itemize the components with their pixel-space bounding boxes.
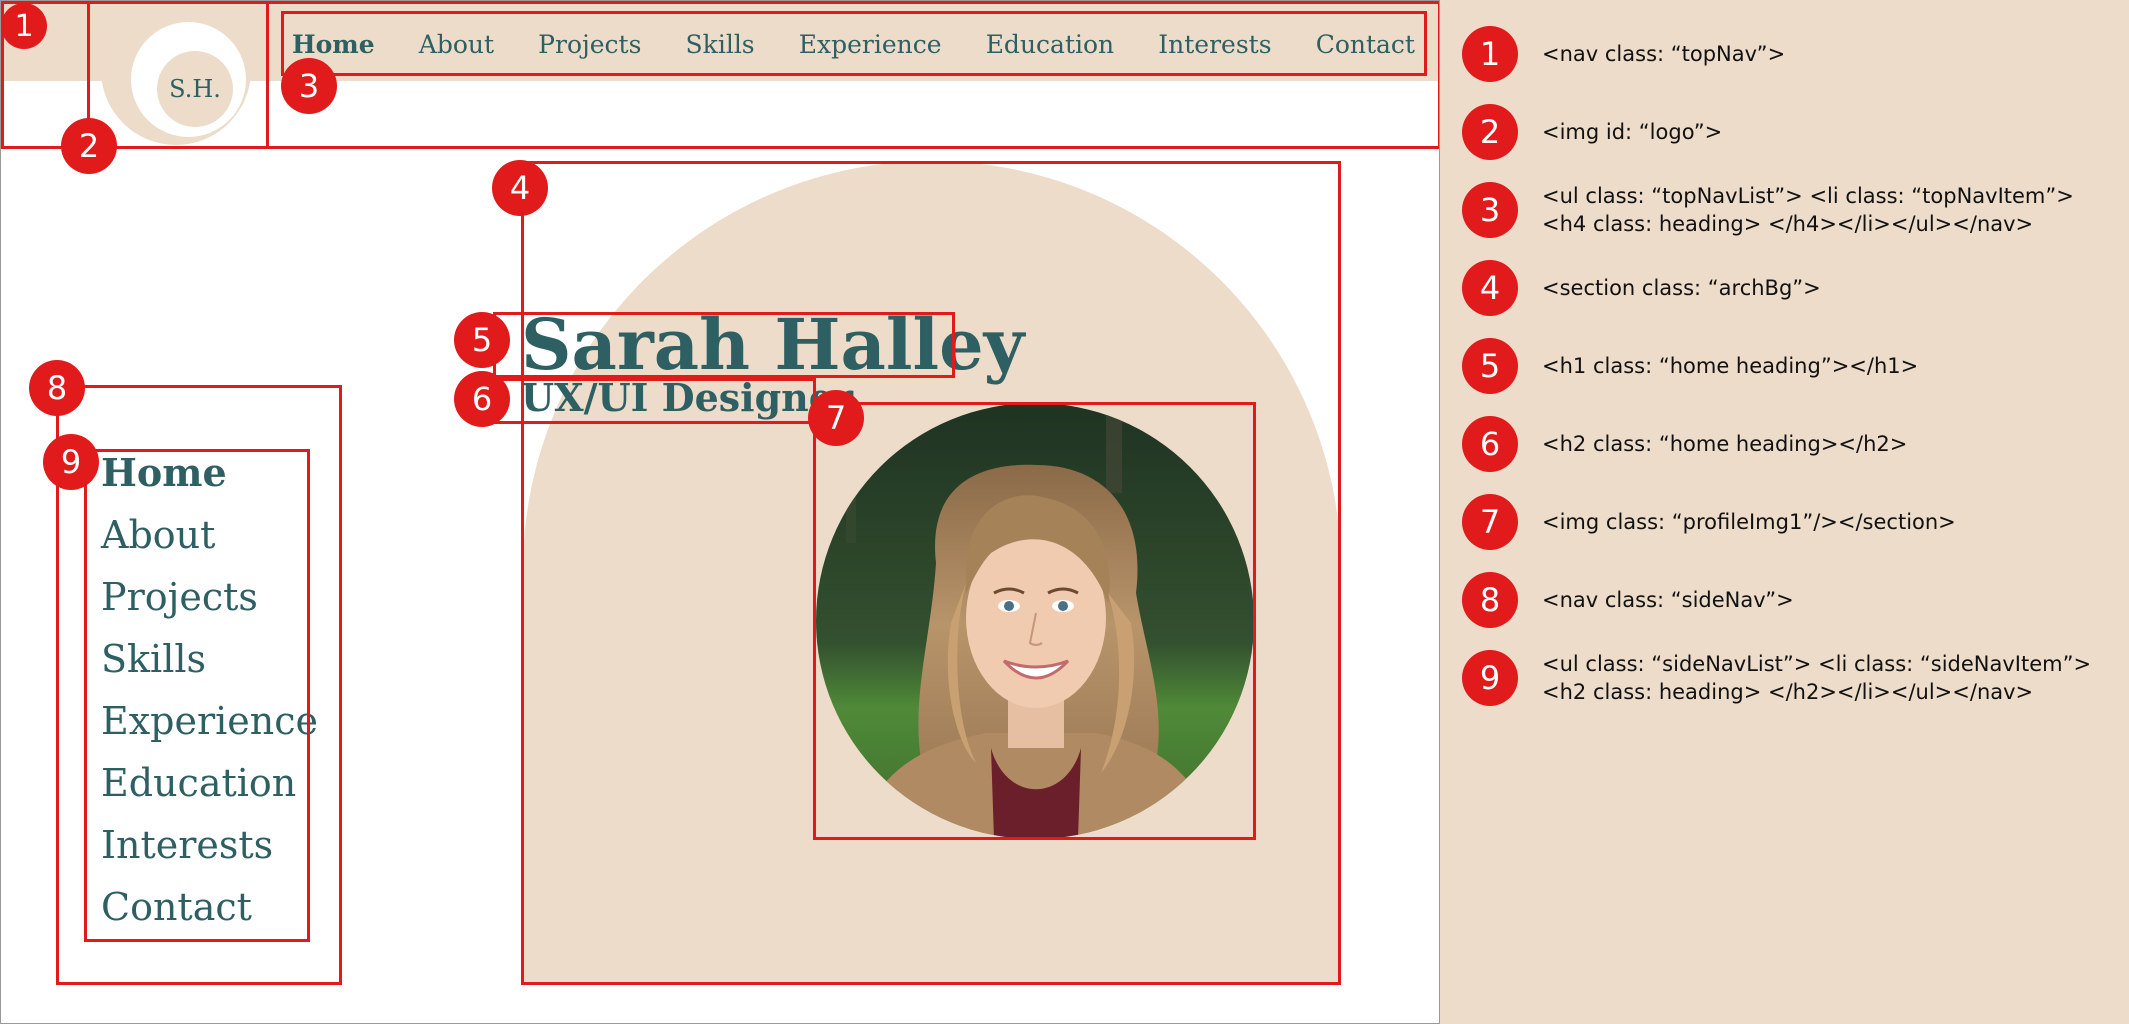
legend-text-4: <section class: “archBg”> <box>1542 274 1821 302</box>
legend-line: <ul class: “topNavList”> <li class: “top… <box>1542 184 2074 208</box>
badge-5: 5 <box>454 312 510 368</box>
top-nav-item-interests[interactable]: Interests <box>1158 30 1271 59</box>
top-nav-item-experience[interactable]: Experience <box>799 30 942 59</box>
side-nav-item-education[interactable]: Education <box>101 759 318 821</box>
legend-line: <ul class: “sideNavList”> <li class: “si… <box>1542 652 2092 676</box>
hero-role-heading: UX/UI Designer <box>521 375 853 420</box>
legend-row-2: 2 <img id: “logo”> <box>1462 104 1722 160</box>
legend-badge-7: 7 <box>1462 494 1518 550</box>
profile-image <box>816 403 1254 839</box>
hero-name-heading: Sarah Halley <box>521 303 1025 386</box>
top-nav-item-projects[interactable]: Projects <box>538 30 641 59</box>
legend-line: <section class: “archBg”> <box>1542 276 1821 300</box>
legend-line: <h2 class: “home heading></h2> <box>1542 432 1908 456</box>
legend-text-2: <img id: “logo”> <box>1542 118 1722 146</box>
badge-4: 4 <box>492 160 548 216</box>
top-nav-item-education[interactable]: Education <box>986 30 1114 59</box>
page-mockup: S.H. Home About Projects Skills Experien… <box>0 0 1440 1024</box>
profile-photo-illustration <box>816 403 1254 839</box>
side-nav-item-projects[interactable]: Projects <box>101 573 318 635</box>
legend-badge-9: 9 <box>1462 650 1518 706</box>
side-nav-item-interests[interactable]: Interests <box>101 821 318 883</box>
badge-8: 8 <box>29 360 85 416</box>
legend-badge-2: 2 <box>1462 104 1518 160</box>
legend-badge-4: 4 <box>1462 260 1518 316</box>
side-nav-list: Home About Projects Skills Experience Ed… <box>101 449 318 945</box>
legend-row-3: 3 <ul class: “topNavList”> <li class: “t… <box>1462 182 2074 238</box>
legend-text-1: <nav class: “topNav”> <box>1542 40 1785 68</box>
legend-row-7: 7 <img class: “profileImg1”/></section> <box>1462 494 1956 550</box>
top-nav-item-about[interactable]: About <box>419 30 494 59</box>
legend-text-8: <nav class: “sideNav”> <box>1542 586 1794 614</box>
legend-row-6: 6 <h2 class: “home heading></h2> <box>1462 416 1907 472</box>
legend-badge-6: 6 <box>1462 416 1518 472</box>
legend-text-5: <h1 class: “home heading”></h1> <box>1542 352 1918 380</box>
legend-row-4: 4 <section class: “archBg”> <box>1462 260 1821 316</box>
legend-text-6: <h2 class: “home heading></h2> <box>1542 430 1907 458</box>
legend-text-9: <ul class: “sideNavList”> <li class: “si… <box>1542 650 2091 706</box>
legend-badge-1: 1 <box>1462 26 1518 82</box>
top-nav-item-skills[interactable]: Skills <box>686 30 755 59</box>
side-nav-item-experience[interactable]: Experience <box>101 697 318 759</box>
side-nav-item-home[interactable]: Home <box>101 449 318 511</box>
legend-badge-3: 3 <box>1462 182 1518 238</box>
badge-1: 1 <box>1 3 47 49</box>
legend-line: <h2 class: heading> </h2></li></ul></nav… <box>1542 680 2034 704</box>
legend-badge-5: 5 <box>1462 338 1518 394</box>
side-nav-item-contact[interactable]: Contact <box>101 883 318 945</box>
top-nav-item-contact[interactable]: Contact <box>1316 30 1415 59</box>
top-nav-item-home[interactable]: Home <box>292 30 375 59</box>
badge-7: 7 <box>808 390 864 446</box>
legend-row-8: 8 <nav class: “sideNav”> <box>1462 572 1794 628</box>
logo[interactable]: S.H. <box>157 51 233 127</box>
badge-6: 6 <box>454 371 510 427</box>
top-nav-list: Home About Projects Skills Experience Ed… <box>284 13 1425 75</box>
legend-line: <nav class: “sideNav”> <box>1542 588 1794 612</box>
legend-row-9: 9 <ul class: “sideNavList”> <li class: “… <box>1462 650 2091 706</box>
legend-line: <img class: “profileImg1”/></section> <box>1542 510 1956 534</box>
badge-9: 9 <box>43 434 99 490</box>
side-nav-item-about[interactable]: About <box>101 511 318 573</box>
legend-line: <img id: “logo”> <box>1542 120 1723 144</box>
legend-row-1: 1 <nav class: “topNav”> <box>1462 26 1785 82</box>
legend-row-5: 5 <h1 class: “home heading”></h1> <box>1462 338 1918 394</box>
badge-3: 3 <box>281 58 337 114</box>
legend-badge-8: 8 <box>1462 572 1518 628</box>
side-nav-item-skills[interactable]: Skills <box>101 635 318 697</box>
legend-line: <h1 class: “home heading”></h1> <box>1542 354 1919 378</box>
logo-text: S.H. <box>169 75 221 103</box>
legend-text-3: <ul class: “topNavList”> <li class: “top… <box>1542 182 2074 238</box>
legend-line: <nav class: “topNav”> <box>1542 42 1786 66</box>
legend-text-7: <img class: “profileImg1”/></section> <box>1542 508 1956 536</box>
badge-2: 2 <box>61 118 117 174</box>
legend-line: <h4 class: heading> </h4></li></ul></nav… <box>1542 212 2034 236</box>
